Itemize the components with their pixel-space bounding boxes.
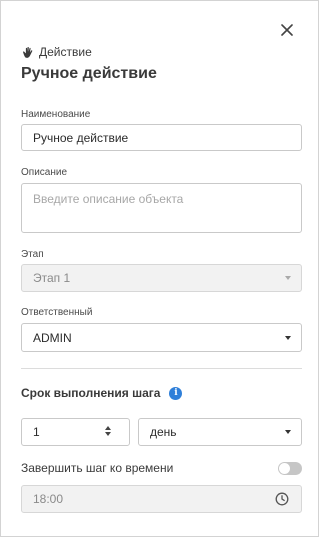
name-field-label: Наименование bbox=[21, 109, 91, 120]
deadline-title-text: Срок выполнения шага bbox=[21, 386, 161, 400]
name-input-value: Ручное действие bbox=[33, 130, 129, 145]
stage-select[interactable]: Этап 1 bbox=[21, 264, 302, 292]
stepper-arrows-icon[interactable] bbox=[105, 426, 111, 436]
deadline-amount-stepper[interactable]: 1 bbox=[21, 418, 130, 446]
deadline-unit-value: день bbox=[150, 425, 177, 439]
complete-by-time-toggle[interactable] bbox=[278, 461, 302, 475]
chevron-down-icon bbox=[285, 276, 291, 280]
action-type-row: Действие bbox=[21, 44, 92, 60]
deadline-unit-select[interactable]: день bbox=[138, 418, 302, 446]
stage-select-value: Этап 1 bbox=[33, 271, 71, 285]
close-icon bbox=[281, 24, 293, 36]
close-button[interactable] bbox=[276, 19, 298, 41]
complete-by-time-label: Завершить шаг ко времени bbox=[21, 461, 174, 475]
description-placeholder: Введите описание объекта bbox=[33, 192, 184, 206]
toggle-knob bbox=[279, 462, 290, 474]
page-title: Ручное действие bbox=[21, 65, 157, 82]
hand-icon bbox=[23, 46, 33, 58]
responsible-select-value: ADMIN bbox=[33, 330, 72, 345]
stage-field-label: Этап bbox=[21, 249, 44, 260]
clock-icon[interactable] bbox=[275, 492, 289, 506]
responsible-select[interactable]: ADMIN bbox=[21, 323, 302, 352]
description-textarea[interactable]: Введите описание объекта bbox=[21, 183, 302, 233]
stepper-down-icon[interactable] bbox=[105, 432, 111, 436]
deadline-section-title: Срок выполнения шага i bbox=[21, 386, 183, 400]
time-input-value: 18:00 bbox=[33, 492, 64, 506]
stepper-up-icon[interactable] bbox=[105, 426, 111, 430]
responsible-field-label: Ответственный bbox=[21, 307, 93, 318]
name-input[interactable]: Ручное действие bbox=[21, 124, 302, 151]
info-icon[interactable]: i bbox=[169, 386, 183, 400]
section-divider bbox=[21, 368, 302, 369]
action-settings-panel: Действие Ручное действие Наименование Ру… bbox=[0, 0, 319, 537]
action-type-label: Действие bbox=[39, 45, 92, 59]
chevron-down-icon bbox=[285, 430, 291, 434]
deadline-amount-value: 1 bbox=[33, 425, 40, 439]
complete-by-time-row: Завершить шаг ко времени bbox=[21, 461, 302, 475]
chevron-down-icon bbox=[285, 335, 291, 340]
time-input[interactable]: 18:00 bbox=[21, 485, 302, 513]
description-field-label: Описание bbox=[21, 167, 68, 178]
